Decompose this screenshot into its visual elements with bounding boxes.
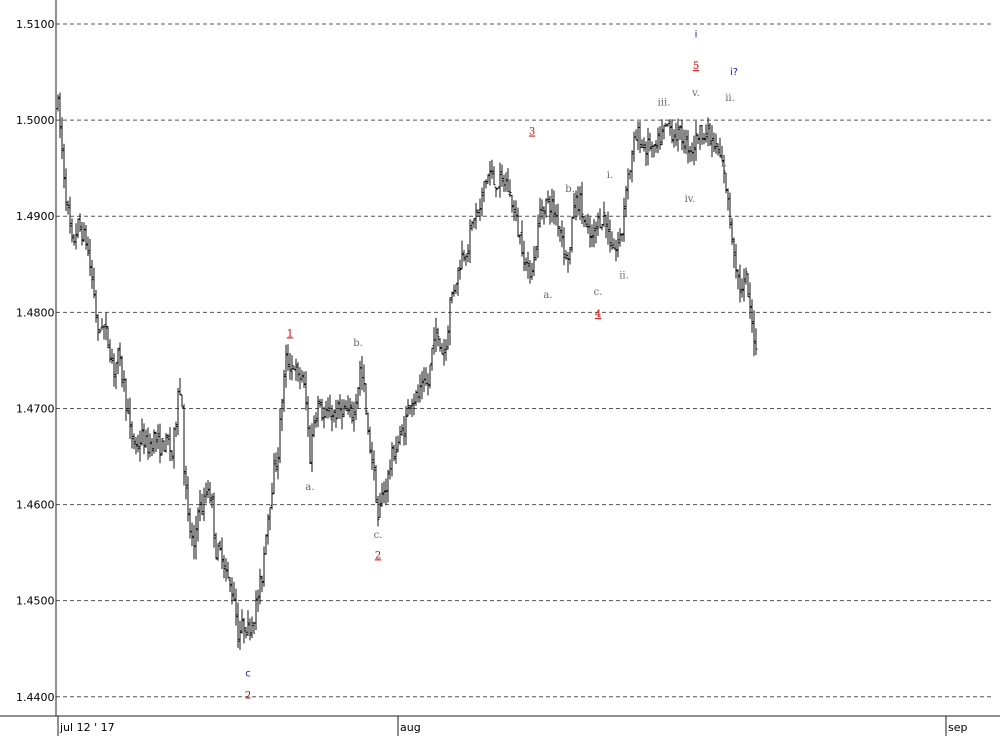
y-tick-label: 1.5100 [16,18,55,31]
wave-label: ii. [619,271,629,282]
wave-label: i. [607,170,613,181]
wave-label: 5 [693,61,699,72]
wave-label: 2 [245,691,251,702]
x-axis-strip [0,716,1000,736]
wave-label: b. [565,184,575,195]
x-tick-label: sep [948,721,967,734]
y-tick-label: 1.4400 [16,691,55,704]
wave-label: iv. [685,194,696,205]
wave-label: i. [721,158,727,169]
wave-label: i [695,29,698,40]
wave-label: 4 [595,309,601,320]
wave-label: i? [730,67,738,78]
chart-area: c 2 1 a. b. c. 2 3 a. b. c. 4 i. ii. iii. iv. v. 5 i i? ii. i… [0,0,1000,736]
wave-label: a. [543,290,552,301]
y-tick-label: 1.4700 [16,402,55,415]
wave-label: 1 [287,328,293,339]
wave-label: c [245,669,251,680]
y-tick-label: 1.5000 [16,114,55,127]
x-tick-label: jul 12 ' 17 [59,721,115,734]
wave-label: c. [374,530,383,541]
y-tick-label: 1.4500 [16,595,55,608]
wave-label: a. [305,482,314,493]
wave-label: b. [353,338,363,349]
chart-background [0,0,1000,736]
price-chart: c 2 1 a. b. c. 2 3 a. b. c. 4 i. ii. iii. iv. v. 5 i i? ii. i… [0,0,1000,736]
wave-label: v. [691,88,700,99]
wave-label: ii. [725,93,735,104]
x-tick-label: aug [400,721,421,734]
wave-label: 2 [375,550,381,561]
wave-label: iii. [658,98,671,109]
wave-label: 3 [529,127,535,138]
y-tick-label: 1.4600 [16,499,55,512]
wave-label: c. [594,287,603,298]
y-tick-label: 1.4900 [16,210,55,223]
y-tick-label: 1.4800 [16,306,55,319]
